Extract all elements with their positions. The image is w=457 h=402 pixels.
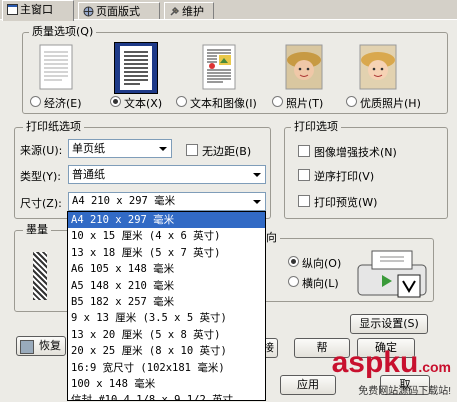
reverse-print-checkbox[interactable] bbox=[298, 169, 310, 181]
radio-photo[interactable] bbox=[272, 96, 283, 107]
watermark-brand: aspku bbox=[331, 346, 419, 379]
source-select[interactable]: 单页纸 bbox=[68, 139, 172, 158]
type-value: 普通纸 bbox=[72, 168, 105, 181]
source-label: 来源(U): bbox=[20, 144, 63, 157]
radio-economy[interactable] bbox=[30, 96, 41, 107]
tab-page-layout[interactable]: 页面版式 bbox=[78, 2, 160, 19]
restore-label: 恢复 bbox=[39, 339, 61, 352]
radio-landscape-label: 横向(L) bbox=[302, 277, 339, 290]
maintenance-icon bbox=[169, 5, 180, 16]
list-item[interactable]: 10 x 15 厘米 (4 x 6 英寸) bbox=[68, 228, 265, 244]
radio-best-photo-label: 优质照片(H) bbox=[360, 97, 421, 110]
watermark-logo: aspku.com 免费网站源码下载站! bbox=[331, 346, 451, 398]
size-label: 尺寸(Z): bbox=[20, 197, 62, 210]
printer-icon bbox=[357, 250, 427, 298]
apply-label: 应用 bbox=[297, 378, 319, 391]
chevron-down-icon[interactable] bbox=[155, 140, 171, 157]
size-value: A4 210 x 297 毫米 bbox=[72, 195, 176, 207]
print-preview-label: 打印预览(W) bbox=[314, 196, 378, 209]
list-item[interactable]: 20 x 25 厘米 (8 x 10 英寸) bbox=[68, 343, 265, 359]
radio-economy-label: 经济(E) bbox=[44, 97, 82, 110]
photo-icon[interactable] bbox=[284, 44, 324, 90]
list-item[interactable]: 信封 #10 4 1/8 x 9 1/2 英寸 bbox=[68, 392, 265, 400]
quality-options-title: 质量选项(Q) bbox=[29, 25, 97, 38]
list-item[interactable]: 9 x 13 厘米 (3.5 x 5 英寸) bbox=[68, 310, 265, 326]
economy-doc-icon[interactable] bbox=[36, 44, 76, 90]
borderless-label: 无边距(B) bbox=[202, 145, 252, 158]
radio-text[interactable] bbox=[110, 96, 121, 107]
radio-text-image[interactable] bbox=[176, 96, 187, 107]
main-window-icon bbox=[7, 3, 18, 15]
list-item[interactable]: A4 210 x 297 毫米 bbox=[68, 212, 265, 229]
tab-main-label: 主窗口 bbox=[20, 3, 53, 16]
tab-maintenance-label: 维护 bbox=[182, 5, 204, 18]
reverse-print-label: 逆序打印(V) bbox=[314, 170, 375, 183]
image-enhance-checkbox[interactable] bbox=[298, 145, 310, 157]
radio-portrait[interactable] bbox=[288, 256, 299, 267]
type-label: 类型(Y): bbox=[20, 170, 62, 183]
list-item[interactable]: 13 x 20 厘米 (5 x 8 英寸) bbox=[68, 327, 265, 343]
source-value: 单页纸 bbox=[72, 142, 105, 155]
chevron-down-icon[interactable] bbox=[249, 193, 265, 210]
list-item[interactable]: A6 105 x 148 毫米 bbox=[68, 261, 265, 277]
radio-landscape[interactable] bbox=[288, 276, 299, 287]
tab-main[interactable]: 主窗口 bbox=[2, 0, 74, 21]
image-enhance-label: 图像增强技术(N) bbox=[314, 146, 397, 159]
ink-level-icon bbox=[33, 252, 47, 300]
tab-page-layout-label: 页面版式 bbox=[96, 5, 140, 18]
radio-text-image-label: 文本和图像(I) bbox=[190, 97, 257, 110]
tab-maintenance[interactable]: 维护 bbox=[164, 2, 214, 19]
radio-photo-label: 照片(T) bbox=[286, 97, 324, 110]
tab-bar: 主窗口 页面版式 维护 bbox=[0, 0, 457, 21]
show-settings-button[interactable]: 显示设置(S) bbox=[350, 314, 428, 334]
list-item[interactable]: B5 182 x 257 毫米 bbox=[68, 294, 265, 310]
print-preview-checkbox[interactable] bbox=[298, 195, 310, 207]
text-doc-icon[interactable] bbox=[114, 42, 158, 94]
size-select[interactable]: A4 210 x 297 毫米 bbox=[68, 192, 266, 211]
cancel-button[interactable]: 应用 bbox=[280, 375, 336, 395]
page-layout-icon bbox=[83, 5, 94, 17]
show-settings-label: 显示设置(S) bbox=[359, 317, 419, 330]
radio-best-photo[interactable] bbox=[346, 96, 357, 107]
list-item[interactable]: A5 148 x 210 毫米 bbox=[68, 278, 265, 294]
watermark-tld: .com bbox=[418, 359, 451, 375]
list-item[interactable]: 100 x 148 毫米 bbox=[68, 376, 265, 392]
help-label: 帮 bbox=[316, 341, 328, 354]
best-photo-icon[interactable] bbox=[358, 44, 398, 90]
borderless-checkbox[interactable] bbox=[186, 144, 198, 156]
ink-title: 墨量 bbox=[23, 223, 51, 236]
chevron-down-icon[interactable] bbox=[249, 166, 265, 183]
print-options-title: 打印选项 bbox=[291, 120, 341, 133]
list-item[interactable]: 13 x 18 厘米 (5 x 7 英寸) bbox=[68, 245, 265, 261]
size-dropdown-list[interactable]: A4 210 x 297 毫米 10 x 15 厘米 (4 x 6 英寸) 13… bbox=[67, 211, 266, 401]
text-image-doc-icon[interactable] bbox=[199, 44, 239, 90]
restore-button[interactable]: 恢复 bbox=[16, 336, 66, 356]
paper-options-title: 打印纸选项 bbox=[23, 120, 84, 133]
type-select[interactable]: 普通纸 bbox=[68, 165, 266, 184]
radio-portrait-label: 纵向(O) bbox=[302, 257, 342, 270]
watermark-subtitle: 免费网站源码下载站! bbox=[358, 386, 451, 397]
restore-icon bbox=[20, 340, 34, 354]
radio-text-label: 文本(X) bbox=[124, 97, 163, 110]
list-item[interactable]: 16:9 宽尺寸 (102x181 毫米) bbox=[68, 360, 265, 376]
